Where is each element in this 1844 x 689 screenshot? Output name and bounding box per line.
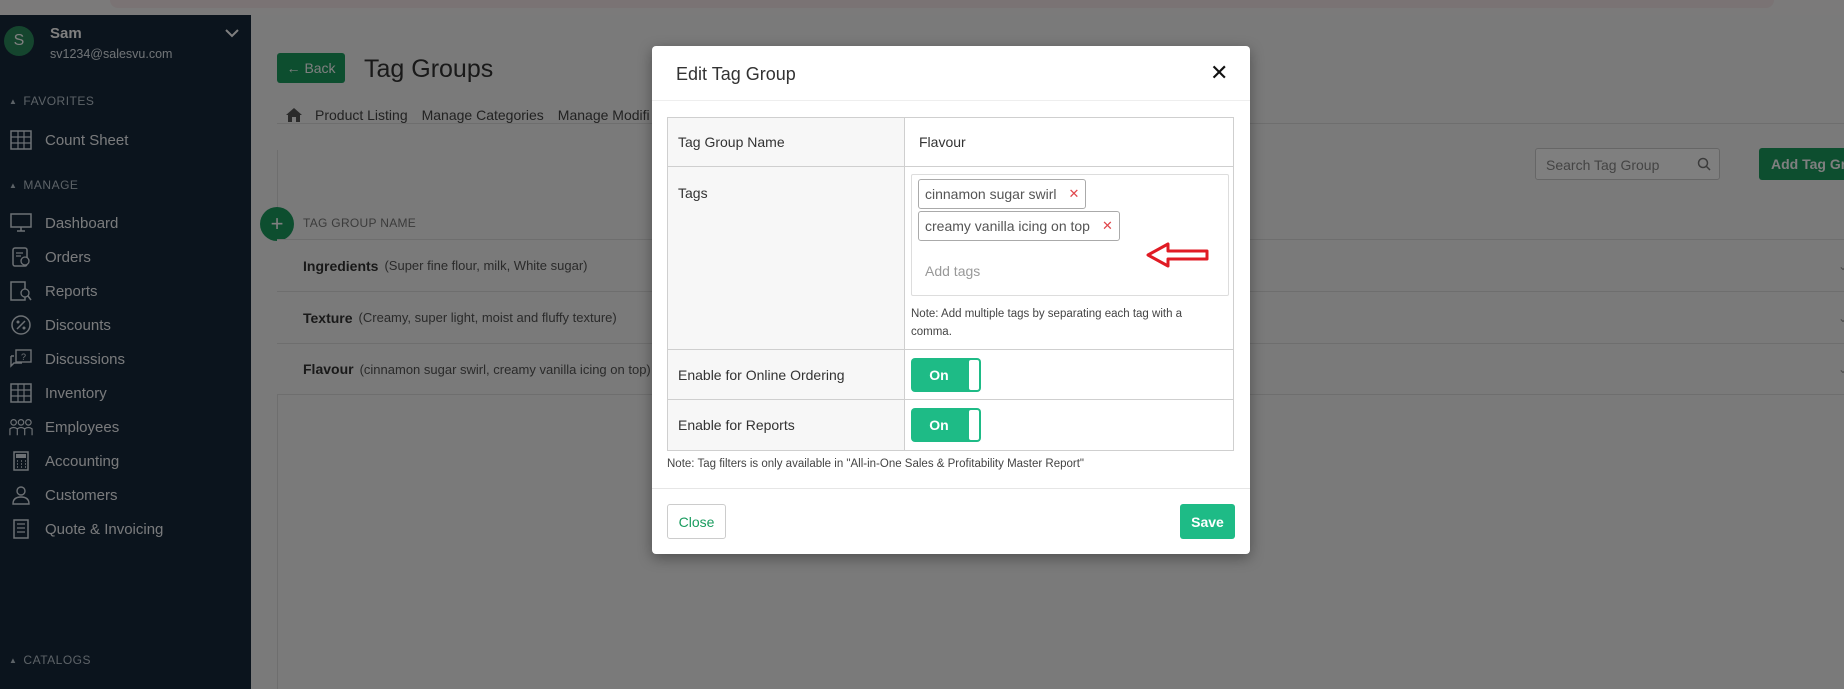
form-row-online-ordering: Enable for Online Ordering On bbox=[668, 350, 1233, 400]
tag-group-form: Tag Group Name Flavour Tags cinnamon sug… bbox=[667, 117, 1234, 451]
form-row-name: Tag Group Name Flavour bbox=[668, 118, 1233, 167]
remove-tag-icon[interactable]: ✕ bbox=[1102, 218, 1113, 234]
field-label: Tags bbox=[668, 167, 905, 349]
save-button[interactable]: Save bbox=[1180, 504, 1235, 539]
edit-tag-group-dialog: Edit Tag Group ✕ Tag Group Name Flavour … bbox=[652, 46, 1250, 554]
field-label: Enable for Reports bbox=[668, 400, 905, 450]
divider bbox=[652, 100, 1250, 101]
field-label: Enable for Online Ordering bbox=[668, 350, 905, 399]
online-ordering-toggle[interactable]: On bbox=[911, 357, 981, 392]
divider bbox=[652, 488, 1250, 489]
tags-note: Note: Add multiple tags by separating ea… bbox=[911, 308, 1183, 338]
tag-chip: creamy vanilla icing on top ✕ bbox=[918, 211, 1120, 241]
tag-chip: cinnamon sugar swirl ✕ bbox=[918, 179, 1087, 209]
toggle-knob bbox=[969, 410, 979, 440]
form-row-reports: Enable for Reports On bbox=[668, 400, 1233, 450]
tag-group-name-field[interactable]: Flavour bbox=[905, 118, 1233, 166]
close-icon[interactable]: ✕ bbox=[1210, 60, 1228, 86]
tag-chip-label: creamy vanilla icing on top bbox=[925, 218, 1090, 234]
dialog-title: Edit Tag Group bbox=[676, 64, 796, 84]
toggle-knob bbox=[969, 359, 979, 390]
arrow-left-annotation-icon bbox=[1146, 242, 1209, 268]
toggle-state: On bbox=[929, 417, 949, 433]
reports-toggle[interactable]: On bbox=[911, 408, 981, 442]
remove-tag-icon[interactable]: ✕ bbox=[1069, 186, 1080, 202]
form-row-tags: Tags cinnamon sugar swirl ✕ creamy vanill… bbox=[668, 167, 1233, 350]
toggle-state: On bbox=[929, 366, 949, 383]
tag-chip-label: cinnamon sugar swirl bbox=[925, 186, 1057, 202]
tags-input[interactable]: cinnamon sugar swirl ✕ creamy vanilla ici… bbox=[911, 174, 1229, 296]
close-button[interactable]: Close bbox=[667, 504, 726, 539]
report-note: Note: Tag filters is only available in "… bbox=[667, 458, 1085, 470]
add-tags-input[interactable]: Add tags bbox=[925, 263, 980, 279]
field-label: Tag Group Name bbox=[668, 118, 905, 166]
